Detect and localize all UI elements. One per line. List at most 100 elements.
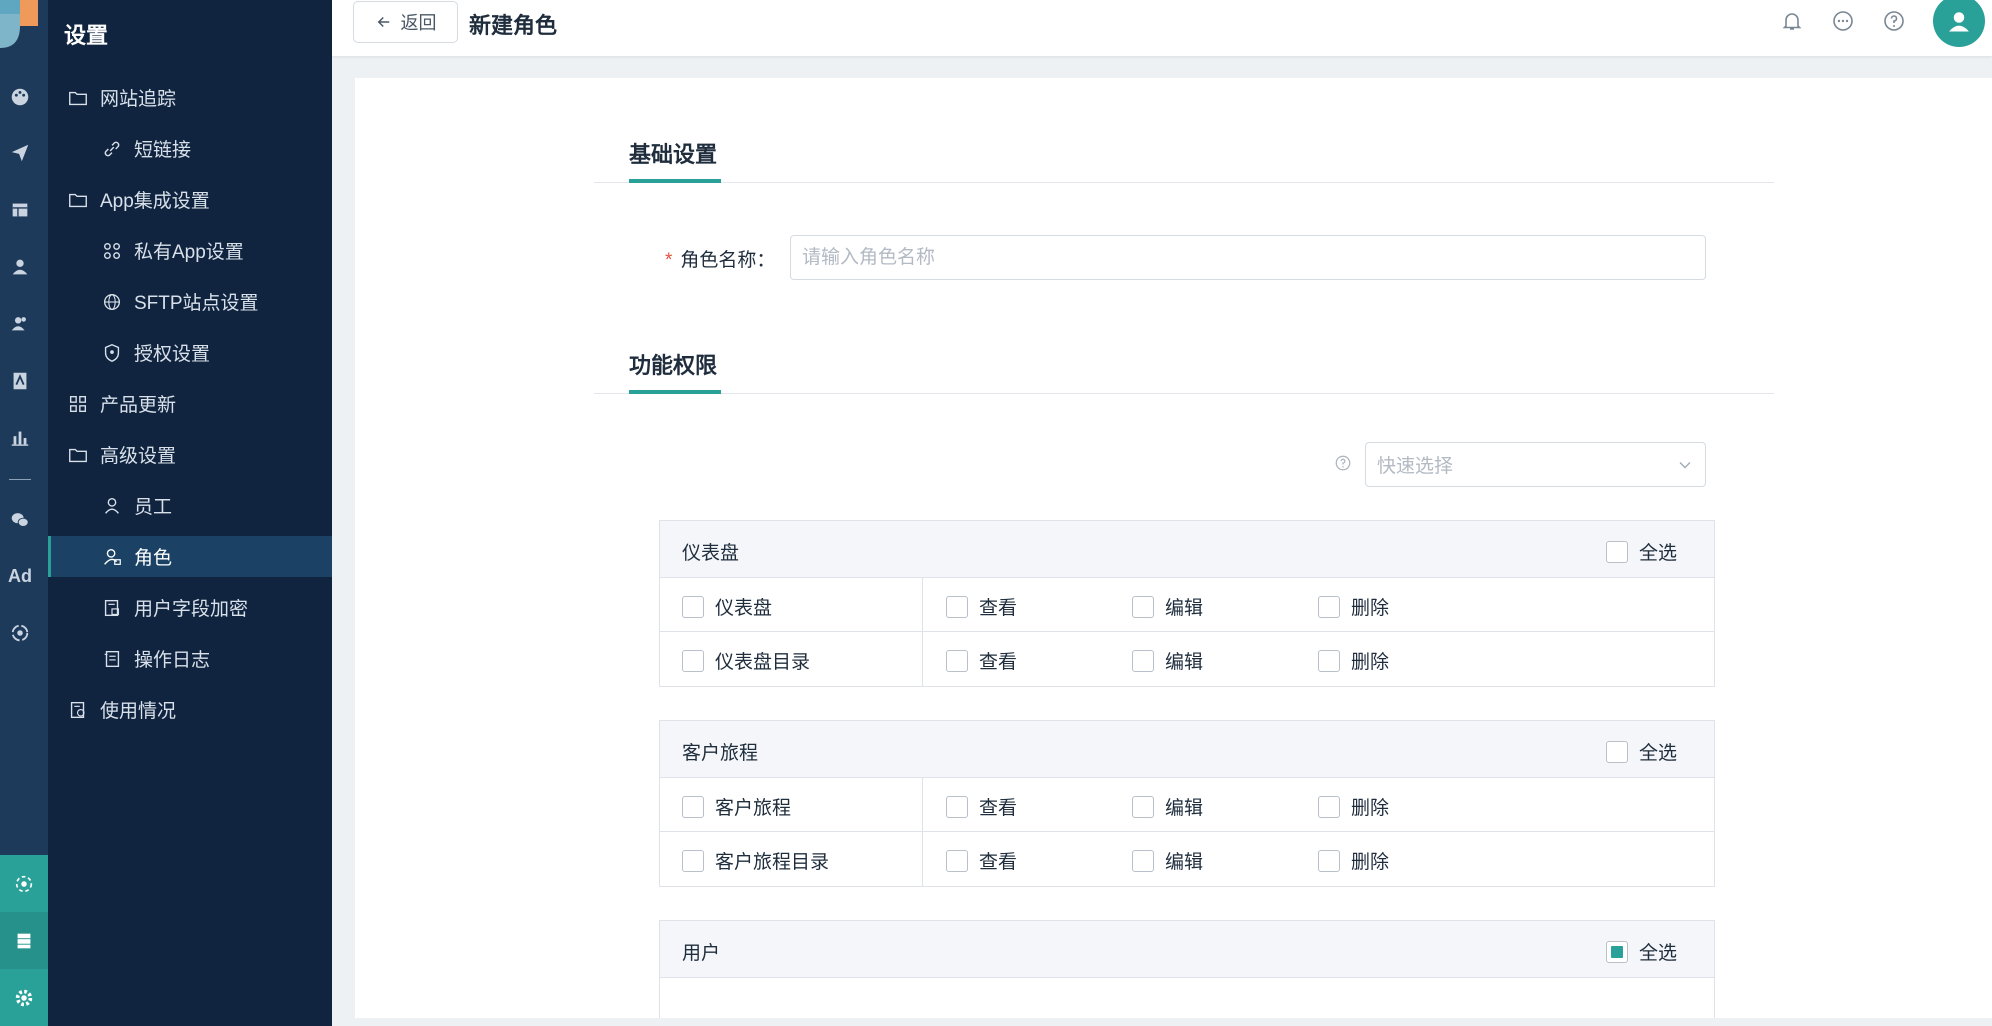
sidebar-item-product-updates[interactable]: 产品更新 <box>48 383 332 424</box>
select-all-checkbox[interactable]: 全选 <box>1606 538 1677 565</box>
select-all-checkbox[interactable]: 全选 <box>1606 938 1677 965</box>
orbit-icon[interactable] <box>0 613 40 653</box>
sidebar-item-roles[interactable]: 角色 <box>48 536 332 577</box>
perm-row-checkbox[interactable]: 客户旅程 <box>682 793 791 820</box>
settings-icon[interactable] <box>0 969 48 1026</box>
bookmark-icon[interactable] <box>0 361 40 401</box>
dashboard-icon[interactable] <box>0 77 40 117</box>
sidebar-item-label: 短链接 <box>134 140 192 161</box>
perm-action-label: 查看 <box>979 798 1018 819</box>
checkbox[interactable] <box>1318 595 1340 618</box>
checkbox[interactable] <box>1132 595 1154 618</box>
icon-rail: Ad <box>0 0 48 1026</box>
perm-group-header: 客户旅程 全选 <box>660 721 1714 778</box>
role-name-input[interactable] <box>790 235 1706 280</box>
perm-row-checkbox[interactable]: 仪表盘 <box>682 593 772 620</box>
chat-icon[interactable] <box>1830 8 1856 34</box>
chart-icon[interactable] <box>0 418 40 458</box>
perm-action-label: 编辑 <box>1165 852 1204 873</box>
perm-edit-checkbox[interactable]: 编辑 <box>1132 593 1203 620</box>
usage-icon <box>66 698 90 722</box>
ad-icon[interactable]: Ad <box>0 556 40 596</box>
sidebar-item-sftp[interactable]: SFTP站点设置 <box>48 281 332 322</box>
checkbox[interactable] <box>946 795 968 818</box>
wechat-icon[interactable] <box>0 500 40 540</box>
column-divider <box>922 778 923 831</box>
section-divider <box>594 393 1774 394</box>
sidebar-item-app-integration[interactable]: App集成设置 <box>48 179 332 220</box>
sidebar-item-website-tracking[interactable]: 网站追踪 <box>48 77 332 118</box>
perm-view-checkbox[interactable]: 查看 <box>946 593 1017 620</box>
sidebar-item-staff[interactable]: 员工 <box>48 485 332 526</box>
perm-delete-checkbox[interactable]: 删除 <box>1318 793 1389 820</box>
shield-icon <box>100 341 124 365</box>
folder-icon <box>66 443 90 467</box>
user-icon[interactable] <box>0 247 40 287</box>
folder-icon <box>66 188 90 212</box>
perm-view-checkbox[interactable]: 查看 <box>946 793 1017 820</box>
app-logo[interactable] <box>0 0 38 48</box>
perm-delete-checkbox[interactable]: 删除 <box>1318 647 1389 674</box>
perm-row-label: 仪表盘 <box>715 598 773 619</box>
select-all-label: 全选 <box>1639 743 1678 764</box>
bell-icon[interactable] <box>1779 8 1805 34</box>
checkbox[interactable] <box>682 595 704 618</box>
rail-divider <box>9 479 31 480</box>
checkbox[interactable] <box>1132 849 1154 872</box>
perm-row: 仪表盘 查看 编辑 删除 <box>660 578 1714 632</box>
checkbox[interactable] <box>1606 540 1628 563</box>
folder-icon <box>66 86 90 110</box>
tab-permissions[interactable]: 功能权限 <box>629 348 717 380</box>
link-icon <box>100 137 124 161</box>
perm-row: 客户旅程目录 查看 编辑 删除 <box>660 832 1714 886</box>
sidebar-item-short-link[interactable]: 短链接 <box>48 128 332 169</box>
sidebar-item-license[interactable]: 授权设置 <box>48 332 332 373</box>
checkbox-checked[interactable] <box>1606 940 1628 963</box>
flow-icon[interactable] <box>0 855 48 912</box>
command-icon <box>100 239 124 263</box>
perm-delete-checkbox[interactable]: 删除 <box>1318 593 1389 620</box>
send-icon[interactable] <box>0 133 40 173</box>
perm-view-checkbox[interactable]: 查看 <box>946 847 1017 874</box>
perm-row-checkbox[interactable]: 客户旅程目录 <box>682 847 829 874</box>
perm-action-label: 删除 <box>1351 852 1390 873</box>
perm-delete-checkbox[interactable]: 删除 <box>1318 847 1389 874</box>
checkbox[interactable] <box>1132 795 1154 818</box>
server-icon[interactable] <box>0 912 48 969</box>
checkbox[interactable] <box>682 795 704 818</box>
sidebar-item-advanced[interactable]: 高级设置 <box>48 434 332 475</box>
sidebar-item-operation-log[interactable]: 操作日志 <box>48 638 332 679</box>
checkbox[interactable] <box>946 649 968 672</box>
sidebar-title: 设置 <box>64 23 109 48</box>
select-all-checkbox[interactable]: 全选 <box>1606 738 1677 765</box>
checkbox[interactable] <box>682 649 704 672</box>
checkbox[interactable] <box>1318 849 1340 872</box>
tab-basic-settings[interactable]: 基础设置 <box>629 137 717 169</box>
back-button[interactable]: 返回 <box>353 1 458 43</box>
checkbox[interactable] <box>946 849 968 872</box>
sidebar-item-private-app[interactable]: 私有App设置 <box>48 230 332 271</box>
checkbox[interactable] <box>1318 795 1340 818</box>
perm-row: 仪表盘目录 查看 编辑 删除 <box>660 632 1714 686</box>
avatar[interactable] <box>1933 0 1985 47</box>
question-icon[interactable] <box>1334 454 1352 472</box>
perm-view-checkbox[interactable]: 查看 <box>946 647 1017 674</box>
checkbox[interactable] <box>946 595 968 618</box>
user-role-icon <box>100 545 124 569</box>
checkbox[interactable] <box>682 849 704 872</box>
help-icon[interactable] <box>1881 8 1907 34</box>
perm-edit-checkbox[interactable]: 编辑 <box>1132 793 1203 820</box>
checkbox[interactable] <box>1606 740 1628 763</box>
users-icon[interactable] <box>0 304 40 344</box>
layout-icon[interactable] <box>0 190 40 230</box>
checkbox[interactable] <box>1132 649 1154 672</box>
sidebar-item-usage[interactable]: 使用情况 <box>48 689 332 730</box>
checkbox[interactable] <box>1318 649 1340 672</box>
quick-select-dropdown[interactable]: 快速选择 <box>1365 442 1706 487</box>
sidebar-item-field-encryption[interactable]: 用户字段加密 <box>48 587 332 628</box>
perm-edit-checkbox[interactable]: 编辑 <box>1132 647 1203 674</box>
perm-action-label: 删除 <box>1351 652 1390 673</box>
perm-action-label: 编辑 <box>1165 598 1204 619</box>
perm-row-checkbox[interactable]: 仪表盘目录 <box>682 647 810 674</box>
perm-edit-checkbox[interactable]: 编辑 <box>1132 847 1203 874</box>
